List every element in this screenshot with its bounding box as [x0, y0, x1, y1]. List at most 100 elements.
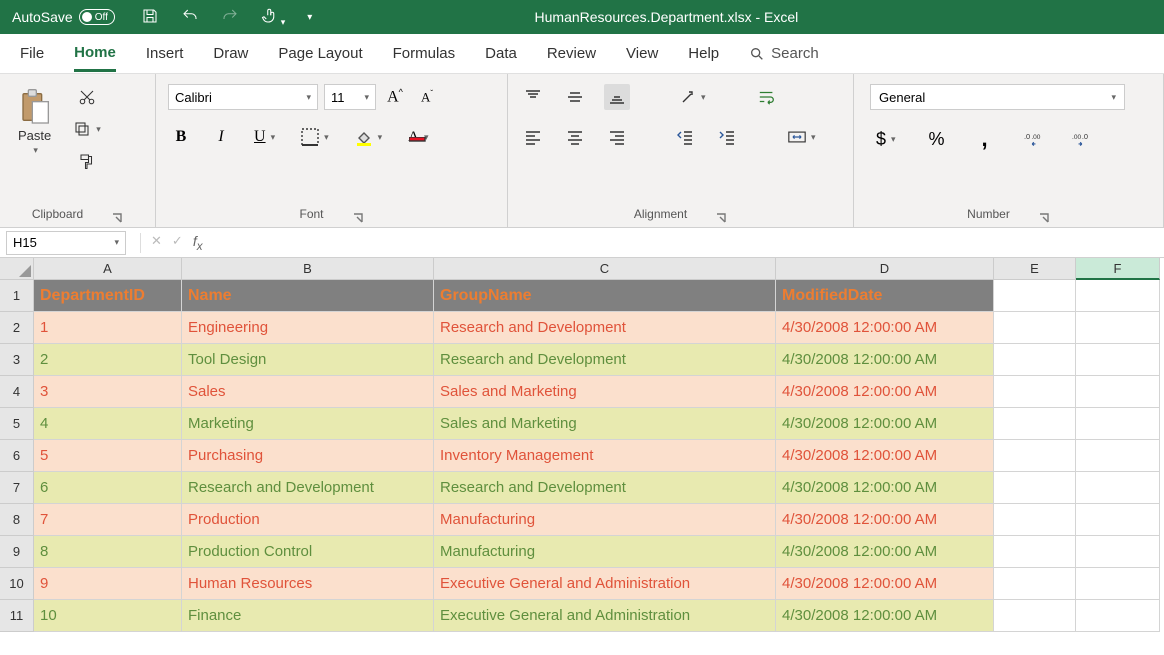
- name-box[interactable]: H15▾: [6, 231, 126, 255]
- cell[interactable]: ModifiedDate: [776, 280, 994, 312]
- increase-indent-button[interactable]: [714, 124, 740, 150]
- increase-font-button[interactable]: A^: [382, 84, 408, 110]
- number-launcher[interactable]: [1038, 208, 1050, 220]
- cell[interactable]: Research and Development: [434, 312, 776, 344]
- cell[interactable]: 4/30/2008 12:00:00 AM: [776, 600, 994, 632]
- cell[interactable]: [1076, 280, 1160, 312]
- cell[interactable]: [994, 344, 1076, 376]
- cell[interactable]: [994, 440, 1076, 472]
- cell[interactable]: Engineering: [182, 312, 434, 344]
- cell[interactable]: 4: [34, 408, 182, 440]
- cell[interactable]: 10: [34, 600, 182, 632]
- cell[interactable]: 4/30/2008 12:00:00 AM: [776, 344, 994, 376]
- cell[interactable]: 5: [34, 440, 182, 472]
- undo-icon[interactable]: [181, 7, 199, 28]
- cell[interactable]: Purchasing: [182, 440, 434, 472]
- cell[interactable]: 4/30/2008 12:00:00 AM: [776, 408, 994, 440]
- row-header[interactable]: 2: [0, 312, 34, 344]
- row-header[interactable]: 7: [0, 472, 34, 504]
- row-header[interactable]: 8: [0, 504, 34, 536]
- orientation-button[interactable]: ▾: [672, 84, 712, 110]
- customize-qat-icon[interactable]: ▾: [307, 12, 312, 23]
- cell[interactable]: 1: [34, 312, 182, 344]
- bold-button[interactable]: B: [168, 124, 194, 150]
- tab-file[interactable]: File: [20, 37, 44, 70]
- percent-format-button[interactable]: %: [924, 126, 950, 152]
- cell[interactable]: Marketing: [182, 408, 434, 440]
- cell[interactable]: Sales and Marketing: [434, 376, 776, 408]
- font-name-combo[interactable]: Calibri▾: [168, 84, 318, 110]
- row-header[interactable]: 4: [0, 376, 34, 408]
- cell[interactable]: [1076, 472, 1160, 504]
- cell[interactable]: GroupName: [434, 280, 776, 312]
- font-color-button[interactable]: A▾: [402, 124, 434, 150]
- cell[interactable]: Tool Design: [182, 344, 434, 376]
- cell[interactable]: 4/30/2008 12:00:00 AM: [776, 504, 994, 536]
- cell[interactable]: [994, 600, 1076, 632]
- tell-me-search[interactable]: Search: [749, 45, 819, 62]
- cell[interactable]: [994, 312, 1076, 344]
- row-header[interactable]: 1: [0, 280, 34, 312]
- cell[interactable]: 7: [34, 504, 182, 536]
- cell[interactable]: 4/30/2008 12:00:00 AM: [776, 376, 994, 408]
- cell[interactable]: Manufacturing: [434, 536, 776, 568]
- align-center-button[interactable]: [562, 124, 588, 150]
- cell[interactable]: Executive General and Administration: [434, 600, 776, 632]
- font-size-combo[interactable]: 11▾: [324, 84, 376, 110]
- touch-mode-icon[interactable]: ▾: [261, 7, 286, 28]
- tab-review[interactable]: Review: [547, 37, 596, 70]
- cell[interactable]: [994, 280, 1076, 312]
- cell[interactable]: DepartmentID: [34, 280, 182, 312]
- cell[interactable]: Executive General and Administration: [434, 568, 776, 600]
- cell[interactable]: Research and Development: [434, 472, 776, 504]
- redo-icon[interactable]: [221, 7, 239, 28]
- cell[interactable]: [1076, 408, 1160, 440]
- cell[interactable]: [1076, 344, 1160, 376]
- cell[interactable]: 4/30/2008 12:00:00 AM: [776, 536, 994, 568]
- decrease-indent-button[interactable]: [672, 124, 698, 150]
- cell[interactable]: [1076, 312, 1160, 344]
- align-top-button[interactable]: [520, 84, 546, 110]
- worksheet-grid[interactable]: 1234567891011 ADepartmentID12345678910BN…: [0, 258, 1164, 632]
- cell[interactable]: Sales: [182, 376, 434, 408]
- cell[interactable]: [1076, 504, 1160, 536]
- tab-data[interactable]: Data: [485, 37, 517, 70]
- select-all-corner[interactable]: [0, 258, 34, 280]
- tab-help[interactable]: Help: [688, 37, 719, 70]
- cell[interactable]: Research and Development: [182, 472, 434, 504]
- accounting-format-button[interactable]: $▾: [870, 126, 902, 152]
- column-header[interactable]: E: [994, 258, 1076, 280]
- font-launcher[interactable]: [352, 208, 364, 220]
- cell[interactable]: [994, 408, 1076, 440]
- column-header[interactable]: C: [434, 258, 776, 280]
- cell[interactable]: [994, 504, 1076, 536]
- cell[interactable]: 4/30/2008 12:00:00 AM: [776, 440, 994, 472]
- cell[interactable]: [1076, 600, 1160, 632]
- cell[interactable]: [994, 376, 1076, 408]
- cell[interactable]: [1076, 376, 1160, 408]
- align-left-button[interactable]: [520, 124, 546, 150]
- tab-draw[interactable]: Draw: [213, 37, 248, 70]
- tab-home[interactable]: Home: [74, 36, 116, 72]
- cell[interactable]: 9: [34, 568, 182, 600]
- tab-insert[interactable]: Insert: [146, 37, 184, 70]
- alignment-launcher[interactable]: [715, 208, 727, 220]
- cell[interactable]: Manufacturing: [434, 504, 776, 536]
- cell[interactable]: [994, 536, 1076, 568]
- column-header[interactable]: D: [776, 258, 994, 280]
- fx-icon[interactable]: fx: [193, 233, 203, 253]
- cell[interactable]: Research and Development: [434, 344, 776, 376]
- underline-button[interactable]: U▾: [248, 124, 281, 150]
- merge-center-button[interactable]: ▾: [782, 124, 822, 150]
- cell[interactable]: [1076, 568, 1160, 600]
- cell[interactable]: [1076, 440, 1160, 472]
- number-format-combo[interactable]: General▾: [870, 84, 1125, 110]
- increase-decimal-button[interactable]: .0.00: [1020, 126, 1046, 152]
- enter-formula-icon[interactable]: ✓: [172, 233, 183, 253]
- tab-formulas[interactable]: Formulas: [393, 37, 456, 70]
- italic-button[interactable]: I: [208, 124, 234, 150]
- cell[interactable]: 4/30/2008 12:00:00 AM: [776, 568, 994, 600]
- row-header[interactable]: 9: [0, 536, 34, 568]
- cell[interactable]: [994, 568, 1076, 600]
- fill-color-button[interactable]: ▾: [349, 124, 389, 150]
